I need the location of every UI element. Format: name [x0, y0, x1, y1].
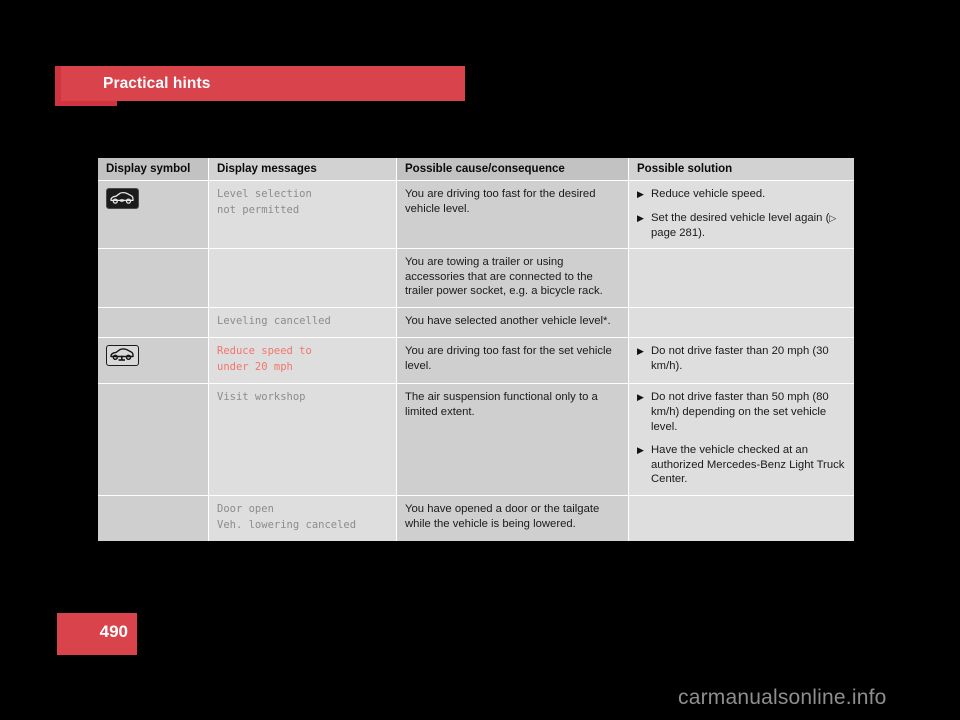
- cell-display-message: Door open Veh. lowering canceled: [208, 496, 396, 542]
- column-header-possible-cause: Possible cause/consequence: [396, 158, 628, 180]
- solution-list: ▶ Reduce vehicle speed. ▶ Set the desired v…: [637, 187, 846, 240]
- table-row: You are towing a trailer or using access…: [98, 249, 854, 308]
- solution-text: Do not drive faster than 20 mph (30 km/h…: [651, 345, 829, 373]
- cell-possible-cause: The air suspension functional only to a …: [396, 384, 628, 496]
- page-reference-marker-icon: ▷: [829, 213, 837, 223]
- cell-possible-solution: ▶ Do not drive faster than 20 mph (30 km/…: [628, 338, 854, 384]
- solution-text: Have the vehicle checked at an authorize…: [651, 444, 845, 486]
- cell-display-symbol: [98, 249, 208, 307]
- bullet-triangle-icon: ▶: [637, 392, 644, 403]
- page-reference-link[interactable]: page 281: [651, 227, 698, 239]
- cell-possible-solution: [628, 496, 854, 542]
- cell-possible-cause: You are driving too fast for the desired…: [396, 181, 628, 249]
- possible-cause-text: You are towing a trailer or using access…: [405, 256, 603, 298]
- table-row: Leveling cancelled You have selected anot…: [98, 307, 854, 339]
- page-number: 490: [99, 622, 128, 641]
- bullet-triangle-icon: ▶: [637, 445, 644, 456]
- cell-possible-cause: You have opened a door or the tailgate w…: [396, 496, 628, 542]
- cell-display-message: Leveling cancelled: [208, 307, 396, 338]
- display-messages-table: Display symbol Display messages Possible…: [98, 158, 854, 542]
- column-header-possible-solution: Possible solution: [628, 158, 854, 180]
- bullet-triangle-icon: ▶: [637, 346, 644, 357]
- cell-display-symbol: [98, 384, 208, 496]
- cell-display-symbol: [98, 307, 208, 338]
- solution-text: Do not drive faster than 50 mph (80 km/h…: [651, 391, 829, 433]
- solution-item: ▶ Have the vehicle checked at an authoriz…: [637, 443, 846, 487]
- solution-item: ▶ Do not drive faster than 50 mph (80 km/…: [637, 390, 846, 434]
- display-message-text: Reduce speed to under 20 mph: [217, 345, 312, 373]
- chapter-title: Practical hints: [103, 75, 211, 92]
- solution-item: ▶ Do not drive faster than 20 mph (30 km/…: [637, 344, 846, 373]
- possible-cause-text: You have selected another vehicle level*…: [405, 314, 611, 327]
- solution-text: Set the desired vehicle level again (▷ p…: [651, 212, 837, 239]
- cell-display-message: Reduce speed to under 20 mph: [208, 338, 396, 384]
- cell-possible-solution: ▶ Reduce vehicle speed. ▶ Set the desired v…: [628, 181, 854, 249]
- table-row: Level selection not permitted You are dri…: [98, 181, 854, 250]
- display-message-text: Leveling cancelled: [217, 314, 331, 327]
- cell-display-symbol: [98, 181, 208, 249]
- column-header-display-symbol: Display symbol: [98, 158, 208, 180]
- cell-display-message: Visit workshop: [208, 384, 396, 496]
- possible-cause-text: You are driving too fast for the desired…: [405, 188, 596, 215]
- table-body: Level selection not permitted You are dri…: [98, 181, 854, 542]
- table-row: Door open Veh. lowering canceled You have…: [98, 496, 854, 542]
- solution-list: ▶ Do not drive faster than 20 mph (30 km/…: [637, 344, 846, 373]
- possible-cause-text: You are driving too fast for the set veh…: [405, 345, 612, 373]
- cell-possible-cause: You are towing a trailer or using access…: [396, 249, 628, 307]
- display-message-text: Level selection not permitted: [217, 188, 312, 216]
- bullet-triangle-icon: ▶: [637, 189, 644, 199]
- vehicle-lowering-icon: [106, 345, 139, 367]
- cell-possible-cause: You are driving too fast for the set veh…: [396, 338, 628, 384]
- table-header-row: Display symbol Display messages Possible…: [98, 158, 854, 181]
- solution-item: ▶ Set the desired vehicle level again (▷ …: [637, 211, 846, 240]
- display-message-text: Door open Veh. lowering canceled: [217, 503, 357, 531]
- cell-display-message: Level selection not permitted: [208, 181, 396, 249]
- possible-cause-text: You have opened a door or the tailgate w…: [405, 503, 600, 530]
- cell-possible-solution: [628, 307, 854, 338]
- cell-possible-solution: [628, 249, 854, 307]
- page-number-box: 490: [57, 613, 137, 655]
- possible-cause-text: The air suspension functional only to a …: [405, 391, 598, 419]
- watermark: carmanualsonline.info: [678, 686, 887, 709]
- cell-display-symbol: [98, 496, 208, 542]
- chapter-header: Practical hints: [55, 66, 465, 106]
- solution-item: ▶ Reduce vehicle speed.: [637, 187, 846, 202]
- cell-display-message: [208, 249, 396, 307]
- cell-display-symbol: [98, 338, 208, 384]
- bullet-triangle-icon: ▶: [637, 213, 644, 223]
- table-row: Visit workshop The air suspension functio…: [98, 384, 854, 497]
- cell-possible-cause: You have selected another vehicle level*…: [396, 307, 628, 338]
- display-message-text: Visit workshop: [217, 391, 306, 404]
- vehicle-level-not-permitted-icon: [106, 188, 139, 209]
- solution-text: Reduce vehicle speed.: [651, 188, 766, 200]
- solution-list: ▶ Do not drive faster than 50 mph (80 km/…: [637, 390, 846, 487]
- column-header-display-messages: Display messages: [208, 158, 396, 180]
- cell-possible-solution: ▶ Do not drive faster than 50 mph (80 km/…: [628, 384, 854, 496]
- table-row: Reduce speed to under 20 mph You are driv…: [98, 338, 854, 385]
